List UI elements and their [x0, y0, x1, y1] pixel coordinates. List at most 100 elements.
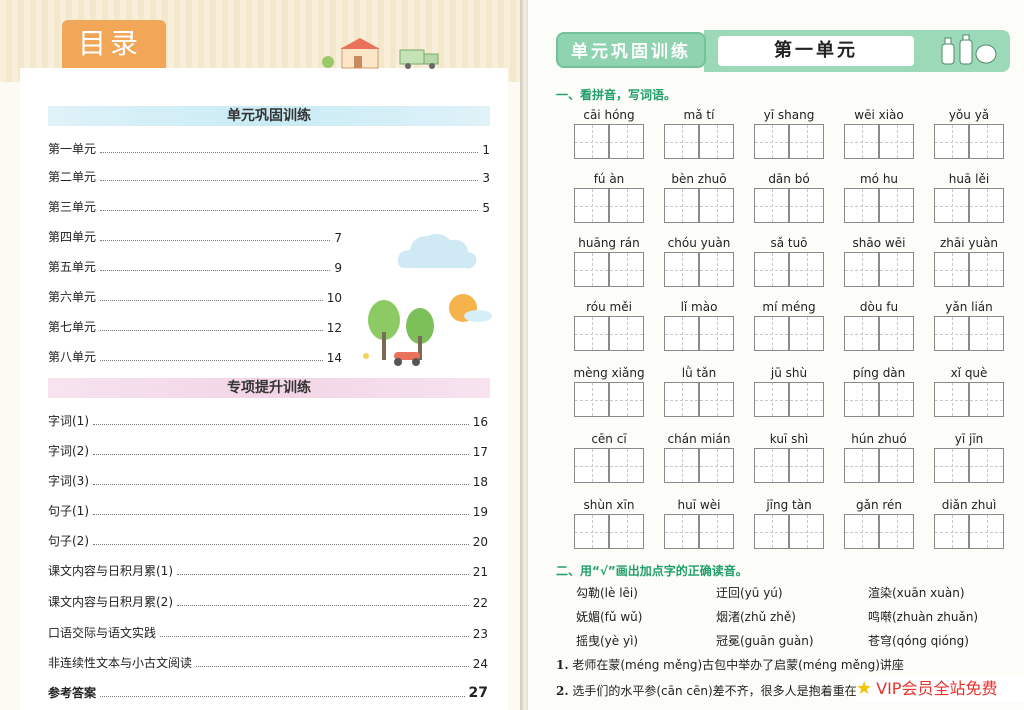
writing-box[interactable] [789, 252, 824, 287]
writing-box[interactable] [969, 252, 1004, 287]
writing-box[interactable] [969, 124, 1004, 159]
vip-banner[interactable]: ★ VIP会员全站免费 [856, 676, 1024, 702]
writing-box[interactable] [844, 252, 879, 287]
writing-box[interactable] [664, 124, 699, 159]
writing-box[interactable] [754, 514, 789, 549]
writing-box[interactable] [969, 382, 1004, 417]
writing-box[interactable] [754, 124, 789, 159]
toc-row[interactable]: 第七单元 12 [48, 318, 342, 335]
toc-row[interactable]: 句子(1) 19 [48, 502, 488, 519]
writing-box[interactable] [609, 124, 644, 159]
reading-choice[interactable]: 鸣啭(zhuàn zhuǎn) [868, 608, 978, 625]
writing-box[interactable] [879, 382, 914, 417]
writing-box[interactable] [574, 252, 609, 287]
writing-box[interactable] [609, 382, 644, 417]
writing-box[interactable] [844, 316, 879, 351]
toc-row[interactable]: 字词(2) 17 [48, 442, 488, 459]
toc-row[interactable]: 第二单元 3 [48, 168, 490, 185]
toc-row[interactable]: 第一单元 1 [48, 140, 490, 157]
writing-box[interactable] [789, 188, 824, 223]
writing-box[interactable] [609, 316, 644, 351]
writing-box[interactable] [699, 124, 734, 159]
toc-row[interactable]: 第四单元 7 [48, 228, 342, 245]
writing-box[interactable] [879, 514, 914, 549]
writing-box[interactable] [789, 382, 824, 417]
writing-box[interactable] [969, 448, 1004, 483]
writing-box[interactable] [879, 124, 914, 159]
toc-row[interactable]: 非连续性文本与小古文阅读 24 [48, 654, 488, 671]
writing-box[interactable] [934, 124, 969, 159]
writing-box[interactable] [664, 382, 699, 417]
writing-box[interactable] [969, 316, 1004, 351]
writing-box[interactable] [969, 188, 1004, 223]
writing-box[interactable] [754, 188, 789, 223]
toc-row[interactable]: 课文内容与日积月累(1) 21 [48, 562, 488, 579]
writing-box[interactable] [699, 514, 734, 549]
reading-choice[interactable]: 迂回(yū yú) [716, 584, 783, 601]
reading-choice[interactable]: 烟渚(zhǔ zhě) [716, 608, 796, 625]
writing-box[interactable] [844, 188, 879, 223]
writing-box[interactable] [934, 448, 969, 483]
writing-box[interactable] [699, 188, 734, 223]
writing-box[interactable] [664, 514, 699, 549]
toc-row[interactable]: 字词(3) 18 [48, 472, 488, 489]
writing-box[interactable] [789, 448, 824, 483]
writing-box[interactable] [574, 124, 609, 159]
writing-box[interactable] [789, 124, 824, 159]
writing-box[interactable] [934, 382, 969, 417]
writing-box[interactable] [609, 252, 644, 287]
writing-box[interactable] [609, 188, 644, 223]
reading-choice[interactable]: 冠冕(guān guàn) [716, 632, 814, 649]
writing-box[interactable] [609, 514, 644, 549]
reading-choice[interactable]: 勾勒(lè lēi) [576, 584, 638, 601]
writing-box[interactable] [879, 252, 914, 287]
pinyin-text: yǎn lián [945, 300, 993, 314]
writing-box[interactable] [574, 448, 609, 483]
toc-row[interactable]: 第六单元 10 [48, 288, 342, 305]
writing-box[interactable] [699, 252, 734, 287]
writing-box[interactable] [879, 448, 914, 483]
writing-box[interactable] [609, 448, 644, 483]
writing-box[interactable] [934, 252, 969, 287]
toc-row[interactable]: 句子(2) 20 [48, 532, 488, 549]
writing-box[interactable] [844, 448, 879, 483]
toc-row[interactable]: 第三单元 5 [48, 198, 490, 215]
writing-box[interactable] [844, 382, 879, 417]
writing-box[interactable] [969, 514, 1004, 549]
writing-box[interactable] [934, 514, 969, 549]
writing-box[interactable] [664, 252, 699, 287]
writing-box[interactable] [664, 448, 699, 483]
writing-box[interactable] [574, 188, 609, 223]
toc-row[interactable]: 字词(1) 16 [48, 412, 488, 429]
writing-box[interactable] [699, 448, 734, 483]
writing-box[interactable] [754, 316, 789, 351]
writing-box[interactable] [789, 316, 824, 351]
reading-choice[interactable]: 渲染(xuān xuàn) [868, 584, 965, 601]
writing-box[interactable] [754, 382, 789, 417]
toc-row[interactable]: 第八单元 14 [48, 348, 342, 365]
writing-box[interactable] [754, 252, 789, 287]
writing-box[interactable] [844, 514, 879, 549]
writing-box[interactable] [699, 382, 734, 417]
toc-row[interactable]: 第五单元 9 [48, 258, 342, 275]
toc-row-answers[interactable]: 参考答案 27 [48, 684, 488, 701]
writing-box[interactable] [934, 188, 969, 223]
toc-row[interactable]: 口语交际与语文实践 23 [48, 624, 488, 641]
pinyin-item: yǎn lián [932, 300, 1006, 362]
writing-box[interactable] [574, 514, 609, 549]
writing-box[interactable] [699, 316, 734, 351]
writing-box[interactable] [664, 316, 699, 351]
writing-box[interactable] [789, 514, 824, 549]
writing-box[interactable] [879, 316, 914, 351]
reading-choice[interactable]: 妩媚(fǔ wǔ) [576, 608, 642, 625]
writing-box[interactable] [574, 316, 609, 351]
writing-box[interactable] [754, 448, 789, 483]
writing-box[interactable] [879, 188, 914, 223]
toc-row[interactable]: 课文内容与日积月累(2) 22 [48, 593, 488, 610]
writing-box[interactable] [664, 188, 699, 223]
reading-choice[interactable]: 苍穹(qóng qióng) [868, 632, 969, 649]
writing-box[interactable] [934, 316, 969, 351]
reading-choice[interactable]: 摇曳(yè yì) [576, 632, 638, 649]
writing-box[interactable] [844, 124, 879, 159]
writing-box[interactable] [574, 382, 609, 417]
